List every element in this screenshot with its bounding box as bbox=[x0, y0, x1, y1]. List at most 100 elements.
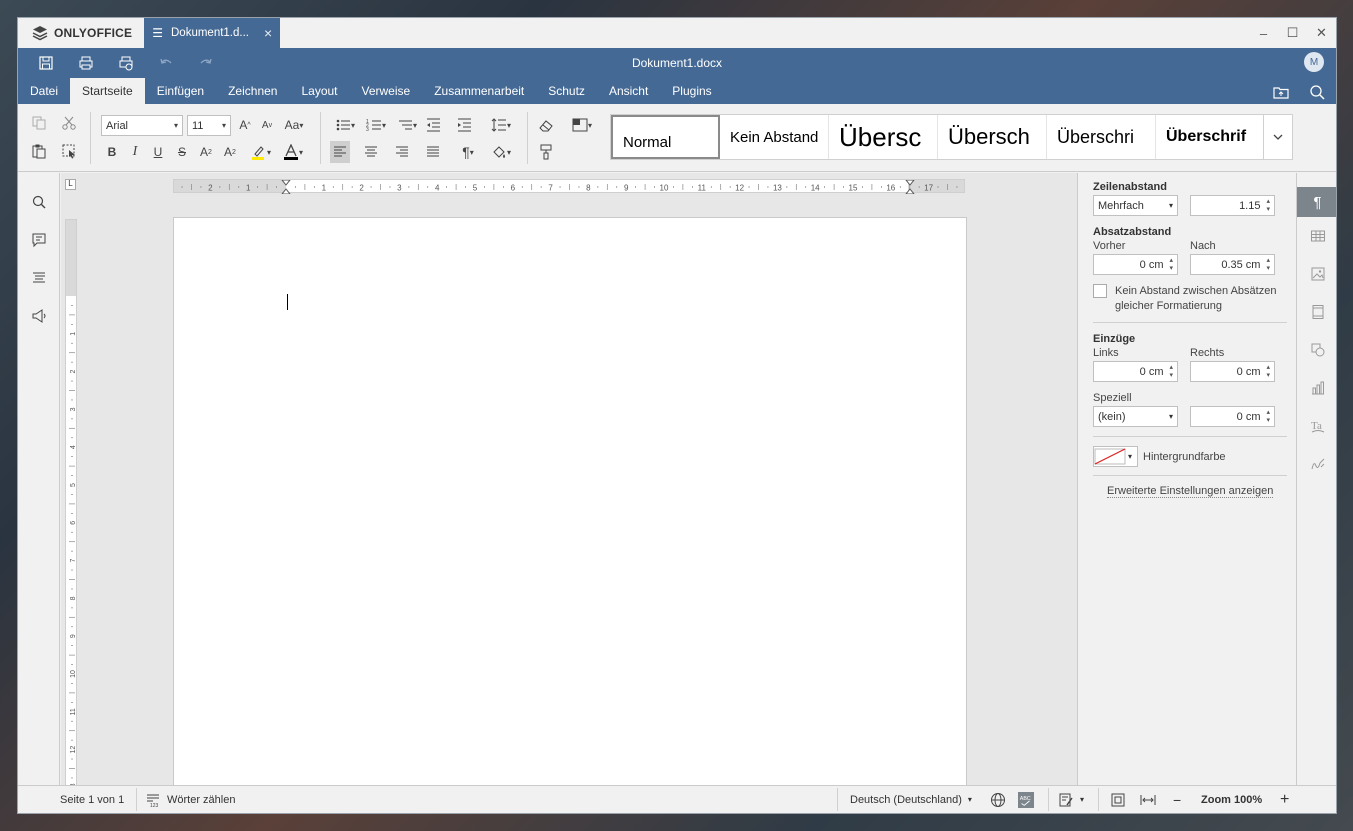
minimize-button[interactable]: – bbox=[1249, 18, 1278, 48]
navigation-button[interactable] bbox=[18, 259, 59, 297]
feedback-button[interactable] bbox=[18, 297, 59, 335]
fit-width-button[interactable] bbox=[1140, 786, 1156, 813]
highlight-color-button[interactable]: ▾ bbox=[246, 141, 276, 163]
spell-check-button[interactable]: ABC bbox=[1018, 786, 1034, 813]
menu-tab-4[interactable]: Layout bbox=[289, 78, 349, 104]
select-all-button[interactable] bbox=[58, 140, 80, 162]
menu-tab-2[interactable]: Einfügen bbox=[145, 78, 216, 104]
increase-font-button[interactable]: A ^ bbox=[236, 114, 254, 136]
line-spacing-button[interactable]: ▾ bbox=[486, 114, 516, 136]
style-preset-0[interactable]: Normal bbox=[611, 115, 720, 159]
search-icon[interactable] bbox=[1308, 83, 1326, 101]
comments-button[interactable] bbox=[18, 221, 59, 259]
multilevel-list-button[interactable]: ▾ bbox=[393, 114, 421, 136]
track-changes-button[interactable]: ▾ bbox=[1058, 786, 1084, 813]
color-scheme-button[interactable]: ▾ bbox=[567, 114, 597, 136]
style-preset-4[interactable]: Überschri bbox=[1047, 115, 1156, 159]
header-footer-settings-tab[interactable] bbox=[1297, 293, 1336, 331]
font-name-select[interactable]: Arial ▾ bbox=[101, 115, 183, 136]
superscript-button[interactable]: A2 bbox=[197, 141, 215, 163]
line-spacing-value-input[interactable]: 1.15 ▴ ▾ bbox=[1190, 195, 1275, 216]
menu-tab-0[interactable]: Datei bbox=[18, 78, 70, 104]
increase-indent-button[interactable] bbox=[455, 114, 473, 136]
align-left-button[interactable] bbox=[330, 141, 350, 163]
zoom-out-button[interactable]: − bbox=[1173, 786, 1181, 813]
align-left-icon bbox=[334, 146, 346, 157]
indent-marker[interactable] bbox=[281, 180, 291, 194]
shape-settings-tab[interactable] bbox=[1297, 331, 1336, 369]
search-sidebar-button[interactable] bbox=[18, 183, 59, 221]
decrease-indent-button[interactable] bbox=[424, 114, 442, 136]
strikethrough-button[interactable]: S bbox=[173, 141, 191, 163]
cut-button[interactable] bbox=[58, 112, 80, 134]
subscript-button[interactable]: A2 bbox=[221, 141, 239, 163]
zoom-in-button[interactable]: + bbox=[1280, 786, 1289, 813]
menu-tab-7[interactable]: Schutz bbox=[536, 78, 597, 104]
numbered-list-button[interactable]: 1 2 3 ▾ bbox=[362, 114, 390, 136]
style-preset-1[interactable]: Kein Abstand bbox=[720, 115, 829, 159]
paragraph-settings-tab[interactable]: ¶ bbox=[1297, 187, 1336, 217]
advanced-settings-link[interactable]: Erweiterte Einstellungen anzeigen bbox=[1107, 485, 1274, 498]
spacing-before-input[interactable]: 0 cm ▴ ▾ bbox=[1093, 254, 1178, 275]
copy-button[interactable] bbox=[28, 112, 50, 134]
menu-tab-5[interactable]: Verweise bbox=[350, 78, 423, 104]
shading-button[interactable]: ▾ bbox=[486, 141, 516, 163]
chart-settings-tab[interactable] bbox=[1297, 369, 1336, 407]
copy-style-button[interactable] bbox=[536, 141, 556, 163]
close-tab-icon[interactable]: × bbox=[264, 25, 272, 41]
special-indent-input[interactable]: 0 cm ▴ ▾ bbox=[1190, 406, 1275, 427]
horizontal-ruler[interactable]: 2 1 1 2 3 4 5 6 7 8 9 10 11 12 13 14 15 16 17 bbox=[173, 179, 965, 194]
align-center-button[interactable] bbox=[361, 141, 381, 163]
indent-left-input[interactable]: 0 cm ▴ ▾ bbox=[1093, 361, 1178, 382]
menu-tab-8[interactable]: Ansicht bbox=[597, 78, 660, 104]
italic-button[interactable]: I bbox=[126, 141, 144, 163]
fit-page-button[interactable] bbox=[1110, 786, 1126, 813]
page-info[interactable]: Seite 1 von 1 bbox=[60, 786, 124, 813]
no-space-same-style-checkbox[interactable] bbox=[1093, 284, 1107, 298]
style-preset-5[interactable]: Überschrif bbox=[1156, 115, 1265, 159]
maximize-button[interactable]: ☐ bbox=[1278, 18, 1307, 48]
bullet-list-button[interactable]: ▾ bbox=[331, 114, 359, 136]
document-page[interactable] bbox=[173, 217, 967, 787]
word-count-button[interactable]: 123 Wörter zählen bbox=[145, 786, 235, 813]
nonprinting-chars-button[interactable]: ¶ ▾ bbox=[454, 141, 482, 163]
decrease-font-button[interactable]: Av bbox=[258, 114, 276, 136]
special-indent-select[interactable]: (kein) ▾ bbox=[1093, 406, 1178, 427]
line-spacing-mode-select[interactable]: Mehrfach ▾ bbox=[1093, 195, 1178, 216]
document-area[interactable]: L 211234567891011121314151617 1123456789… bbox=[61, 173, 1077, 787]
language-select[interactable]: Deutsch (Deutschland) ▾ bbox=[850, 786, 972, 813]
close-window-button[interactable]: ✕ bbox=[1307, 18, 1336, 48]
clear-style-button[interactable] bbox=[536, 114, 556, 136]
document-tab[interactable]: ☰ Dokument1.d... × bbox=[144, 18, 281, 48]
font-size-select[interactable]: 11 ▾ bbox=[187, 115, 231, 136]
user-avatar[interactable]: M bbox=[1304, 52, 1324, 72]
background-color-picker[interactable]: ▾ bbox=[1093, 446, 1138, 467]
align-right-button[interactable] bbox=[392, 141, 412, 163]
indent-right-input[interactable]: 0 cm ▴ ▾ bbox=[1190, 361, 1275, 382]
more-styles-button[interactable] bbox=[1263, 114, 1293, 160]
open-file-location-icon[interactable] bbox=[1272, 83, 1290, 101]
change-case-button[interactable]: Aa ▾ bbox=[280, 114, 308, 136]
eraser-icon bbox=[539, 120, 553, 132]
textart-settings-tab[interactable]: Ta bbox=[1297, 407, 1336, 445]
underline-button[interactable]: U bbox=[149, 141, 167, 163]
image-settings-tab[interactable] bbox=[1297, 255, 1336, 293]
menu-tab-3[interactable]: Zeichnen bbox=[216, 78, 289, 104]
font-color-button[interactable]: ▾ bbox=[278, 141, 308, 163]
spacing-after-input[interactable]: 0.35 cm ▴ ▾ bbox=[1190, 254, 1275, 275]
spacing-before-value: 0 cm bbox=[1139, 258, 1164, 271]
vertical-ruler[interactable]: 112345678910111213 bbox=[65, 219, 77, 787]
style-preset-2[interactable]: Übersc bbox=[829, 115, 938, 159]
bold-button[interactable]: B bbox=[103, 141, 121, 163]
menu-tab-1[interactable]: Startseite bbox=[70, 78, 145, 104]
table-settings-tab[interactable] bbox=[1297, 217, 1336, 255]
zoom-level[interactable]: Zoom 100% bbox=[1201, 786, 1262, 813]
menu-tab-6[interactable]: Zusammenarbeit bbox=[422, 78, 536, 104]
menu-tab-9[interactable]: Plugins bbox=[660, 78, 723, 104]
signature-settings-tab[interactable] bbox=[1297, 445, 1336, 483]
paste-button[interactable] bbox=[28, 140, 50, 162]
tab-stop-selector[interactable]: L bbox=[65, 179, 76, 190]
text-language-button[interactable] bbox=[990, 786, 1006, 813]
style-preset-3[interactable]: Übersch bbox=[938, 115, 1047, 159]
justify-button[interactable] bbox=[423, 141, 443, 163]
